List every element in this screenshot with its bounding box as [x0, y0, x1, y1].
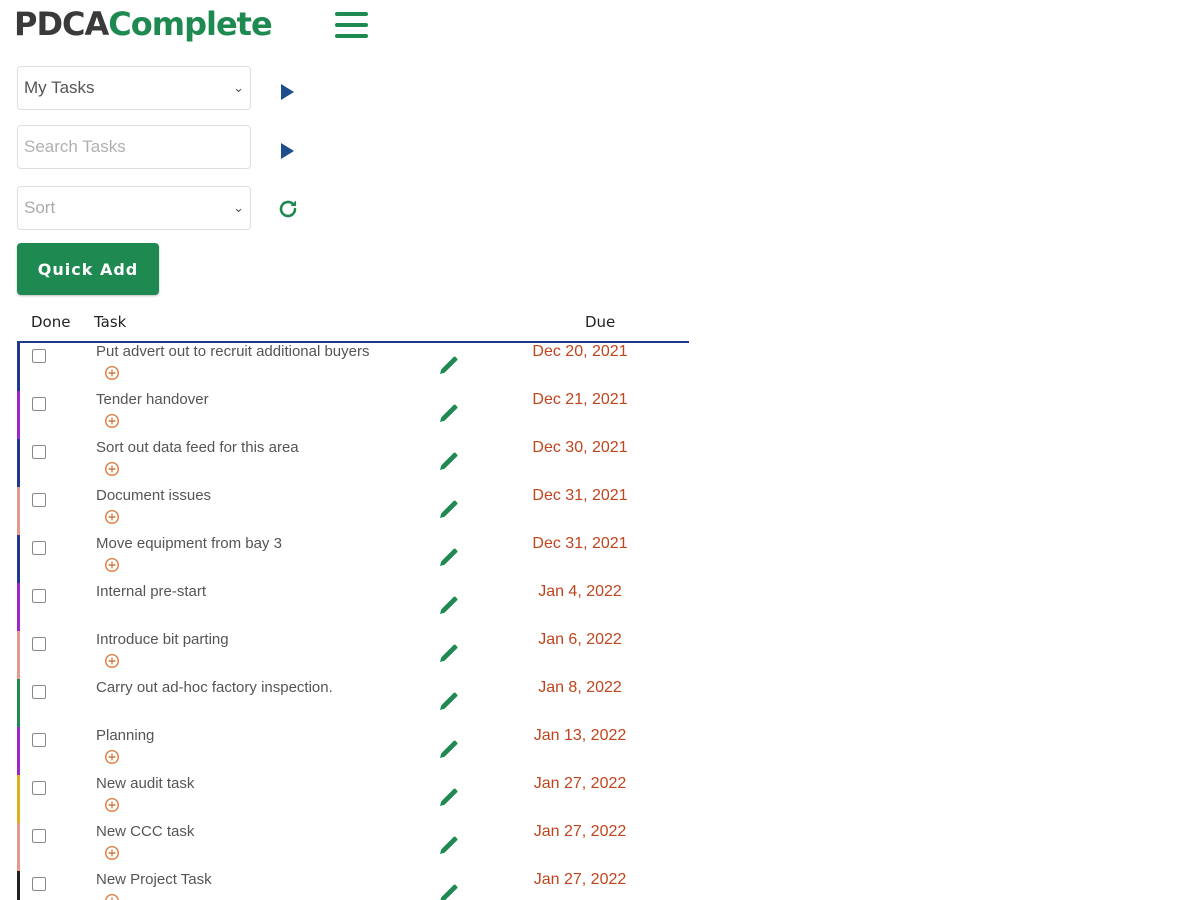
due-date: Dec 21, 2021	[532, 391, 628, 408]
task-title[interactable]: Planning	[96, 727, 154, 744]
done-checkbox[interactable]	[32, 349, 46, 363]
task-title[interactable]: Internal pre-start	[96, 583, 206, 600]
pencil-icon[interactable]	[437, 785, 461, 809]
table-row[interactable]: Planning Jan 13, 2022	[17, 727, 689, 775]
done-checkbox[interactable]	[32, 445, 46, 459]
done-checkbox[interactable]	[32, 541, 46, 555]
task-title[interactable]: Carry out ad-hoc factory inspection.	[96, 679, 333, 696]
chevron-down-icon: ⌄	[233, 200, 244, 215]
search-input[interactable]	[24, 137, 244, 157]
play-icon[interactable]	[281, 143, 294, 159]
due-date: Dec 20, 2021	[532, 343, 628, 360]
done-checkbox[interactable]	[32, 829, 46, 843]
plus-circle-icon[interactable]	[104, 365, 120, 381]
due-date: Jan 6, 2022	[538, 631, 622, 648]
due-date: Jan 4, 2022	[538, 583, 622, 600]
table-row[interactable]: Tender handover Dec 21, 2021	[17, 391, 689, 439]
app: PDCAComplete My Tasks ⌄ Sort ⌄ Quick Add…	[0, 0, 1203, 900]
refresh-icon[interactable]	[276, 197, 300, 221]
view-select-value: My Tasks	[24, 78, 95, 97]
table-row[interactable]: Put advert out to recruit additional buy…	[17, 343, 689, 391]
pencil-icon[interactable]	[437, 401, 461, 425]
table-row[interactable]: Internal pre-start Jan 4, 2022	[17, 583, 689, 631]
quick-add-button[interactable]: Quick Add	[17, 243, 159, 295]
pencil-icon[interactable]	[437, 545, 461, 569]
view-select[interactable]: My Tasks ⌄	[17, 66, 251, 110]
column-header-due: Due	[585, 313, 616, 331]
task-title[interactable]: Tender handover	[96, 391, 209, 408]
done-checkbox[interactable]	[32, 493, 46, 507]
plus-circle-icon[interactable]	[104, 413, 120, 429]
plus-circle-icon[interactable]	[104, 509, 120, 525]
pencil-icon[interactable]	[437, 689, 461, 713]
pencil-icon[interactable]	[437, 497, 461, 521]
table-row[interactable]: Introduce bit parting Jan 6, 2022	[17, 631, 689, 679]
sort-select[interactable]: Sort ⌄	[17, 186, 251, 230]
task-title[interactable]: New CCC task	[96, 823, 194, 840]
hamburger-icon[interactable]	[335, 12, 368, 40]
plus-circle-icon[interactable]	[104, 557, 120, 573]
due-date: Jan 27, 2022	[533, 871, 627, 888]
pencil-icon[interactable]	[437, 449, 461, 473]
table-row[interactable]: Document issues Dec 31, 2021	[17, 487, 689, 535]
done-checkbox[interactable]	[32, 781, 46, 795]
task-title[interactable]: Sort out data feed for this area	[96, 439, 299, 456]
task-title[interactable]: Put advert out to recruit additional buy…	[96, 343, 370, 360]
done-checkbox[interactable]	[32, 637, 46, 651]
brand-logo[interactable]: PDCAComplete	[14, 4, 273, 44]
table-row[interactable]: Move equipment from bay 3 Dec 31, 2021	[17, 535, 689, 583]
due-date: Dec 31, 2021	[532, 535, 628, 552]
table-row[interactable]: New CCC task Jan 27, 2022	[17, 823, 689, 871]
due-date: Jan 27, 2022	[533, 775, 627, 792]
pencil-icon[interactable]	[437, 737, 461, 761]
pencil-icon[interactable]	[437, 593, 461, 617]
pencil-icon[interactable]	[437, 881, 461, 900]
column-header-done: Done	[31, 313, 71, 331]
plus-circle-icon[interactable]	[104, 461, 120, 477]
due-date: Jan 13, 2022	[533, 727, 627, 744]
task-title[interactable]: Introduce bit parting	[96, 631, 229, 648]
search-field[interactable]	[17, 125, 251, 169]
brand-logo-part2: Complete	[108, 5, 272, 43]
due-date: Dec 31, 2021	[532, 487, 628, 504]
sort-select-value: Sort	[24, 198, 56, 217]
plus-circle-icon[interactable]	[104, 749, 120, 765]
done-checkbox[interactable]	[32, 877, 46, 891]
table-row[interactable]: Carry out ad-hoc factory inspection. Jan …	[17, 679, 689, 727]
table-row[interactable]: New Project Task Jan 27, 2022	[17, 871, 689, 900]
task-title[interactable]: Document issues	[96, 487, 211, 504]
task-title[interactable]: New audit task	[96, 775, 194, 792]
table-row[interactable]: New audit task Jan 27, 2022	[17, 775, 689, 823]
task-title[interactable]: Move equipment from bay 3	[96, 535, 282, 552]
brand-logo-part1: PDCA	[14, 5, 109, 43]
plus-circle-icon[interactable]	[104, 653, 120, 669]
column-header-task: Task	[94, 313, 127, 331]
task-list: Put advert out to recruit additional buy…	[17, 343, 689, 900]
pencil-icon[interactable]	[437, 641, 461, 665]
due-date: Jan 27, 2022	[533, 823, 627, 840]
pencil-icon[interactable]	[437, 353, 461, 377]
done-checkbox[interactable]	[32, 733, 46, 747]
plus-circle-icon[interactable]	[104, 797, 120, 813]
done-checkbox[interactable]	[32, 685, 46, 699]
play-icon[interactable]	[281, 84, 294, 100]
pencil-icon[interactable]	[437, 833, 461, 857]
plus-circle-icon[interactable]	[104, 845, 120, 861]
due-date: Jan 8, 2022	[538, 679, 622, 696]
plus-circle-icon[interactable]	[104, 893, 120, 900]
task-title[interactable]: New Project Task	[96, 871, 212, 888]
due-date: Dec 30, 2021	[532, 439, 628, 456]
table-row[interactable]: Sort out data feed for this area Dec 30, …	[17, 439, 689, 487]
chevron-down-icon: ⌄	[233, 80, 244, 95]
done-checkbox[interactable]	[32, 589, 46, 603]
done-checkbox[interactable]	[32, 397, 46, 411]
